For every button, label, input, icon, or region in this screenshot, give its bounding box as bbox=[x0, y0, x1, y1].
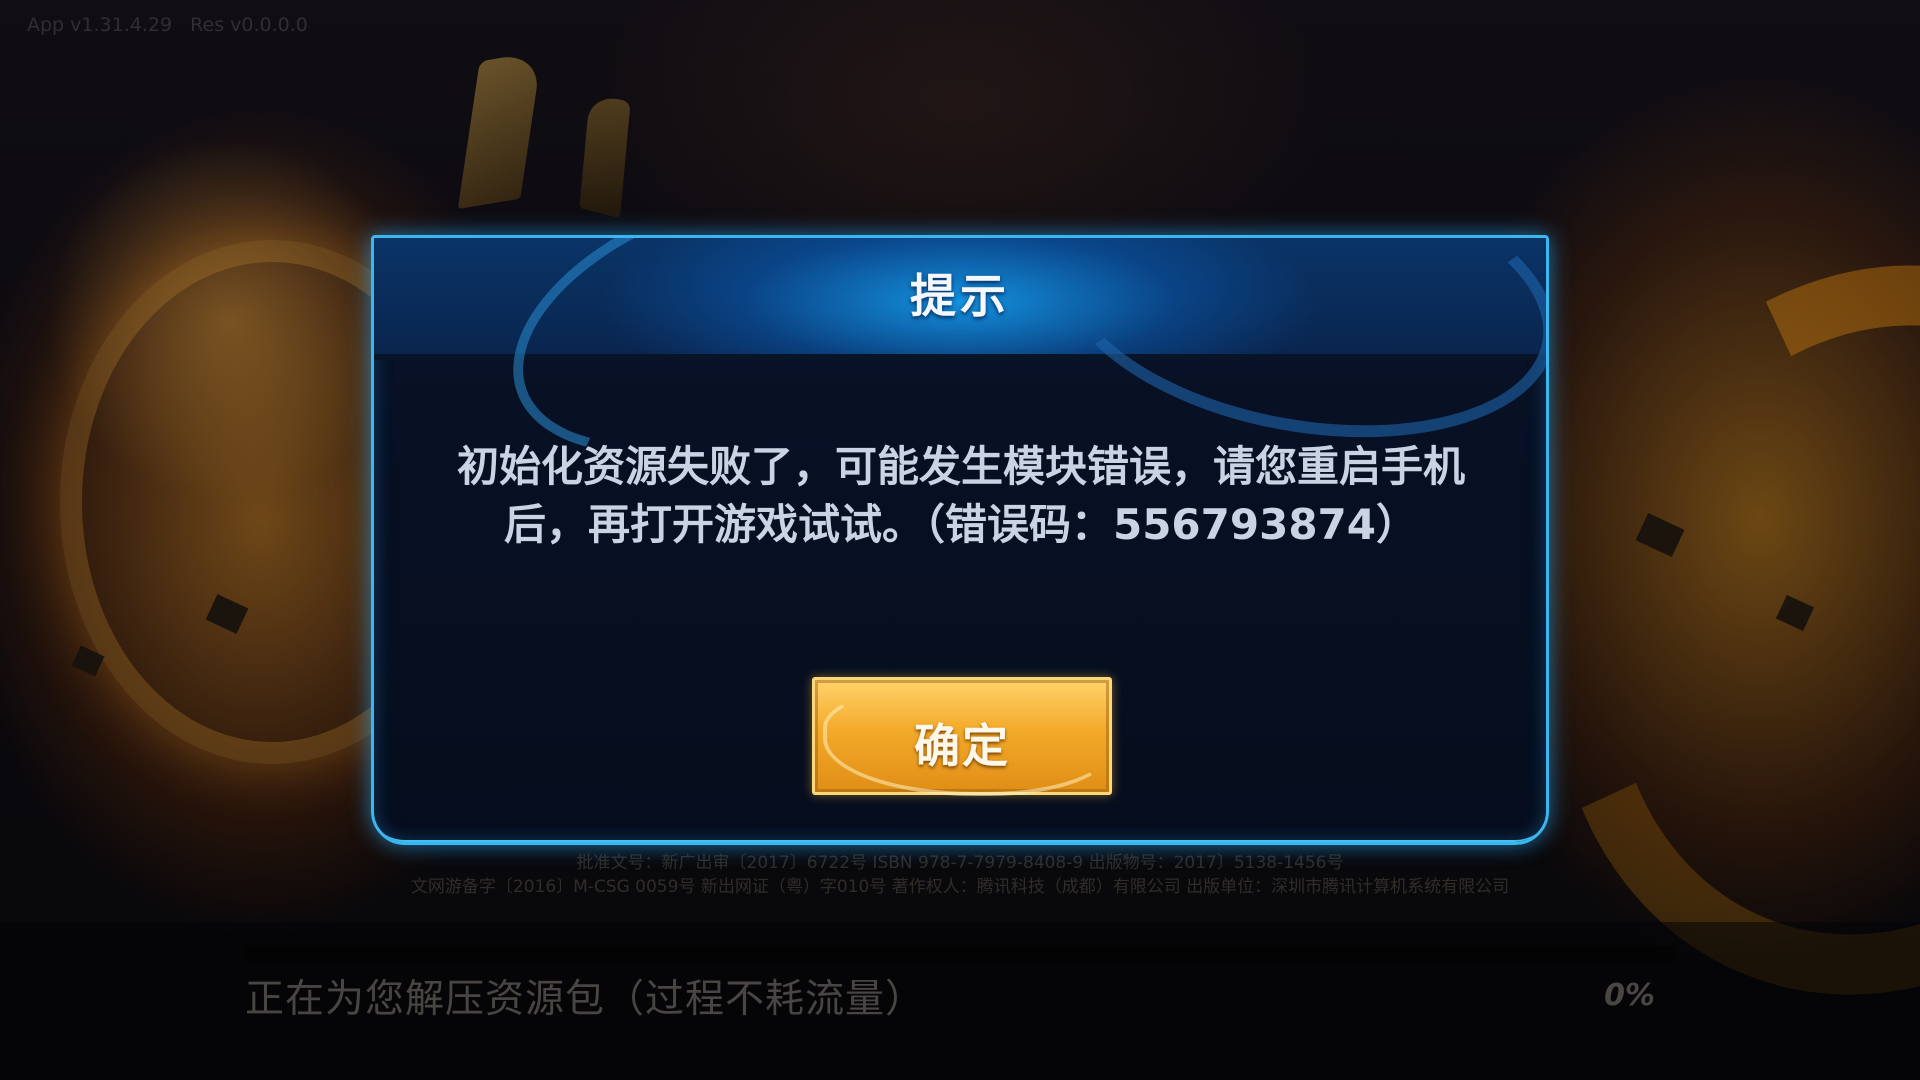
dialog-message-line-2: 后，再打开游戏试试。（错误码：556793874） bbox=[402, 496, 1520, 554]
dialog-message: 初始化资源失败了，可能发生模块错误，请您重启手机 后，再打开游戏试试。（错误码：… bbox=[402, 438, 1520, 554]
dialog-message-suffix: ） bbox=[1376, 500, 1419, 549]
dialog-title: 提示 bbox=[910, 269, 1010, 323]
confirm-button-label: 确定 bbox=[914, 719, 1010, 773]
dialog-message-line-1: 初始化资源失败了，可能发生模块错误，请您重启手机 bbox=[456, 442, 1465, 491]
error-dialog: 提示 初始化资源失败了，可能发生模块错误，请您重启手机 后，再打开游戏试试。（错… bbox=[371, 235, 1549, 845]
dialog-message-prefix: 后，再打开游戏试试。（错误码： bbox=[503, 500, 1113, 549]
error-code: 556793874 bbox=[1112, 500, 1376, 549]
dialog-header: 提示 bbox=[374, 238, 1546, 507]
confirm-button[interactable]: 确定 bbox=[812, 677, 1113, 796]
